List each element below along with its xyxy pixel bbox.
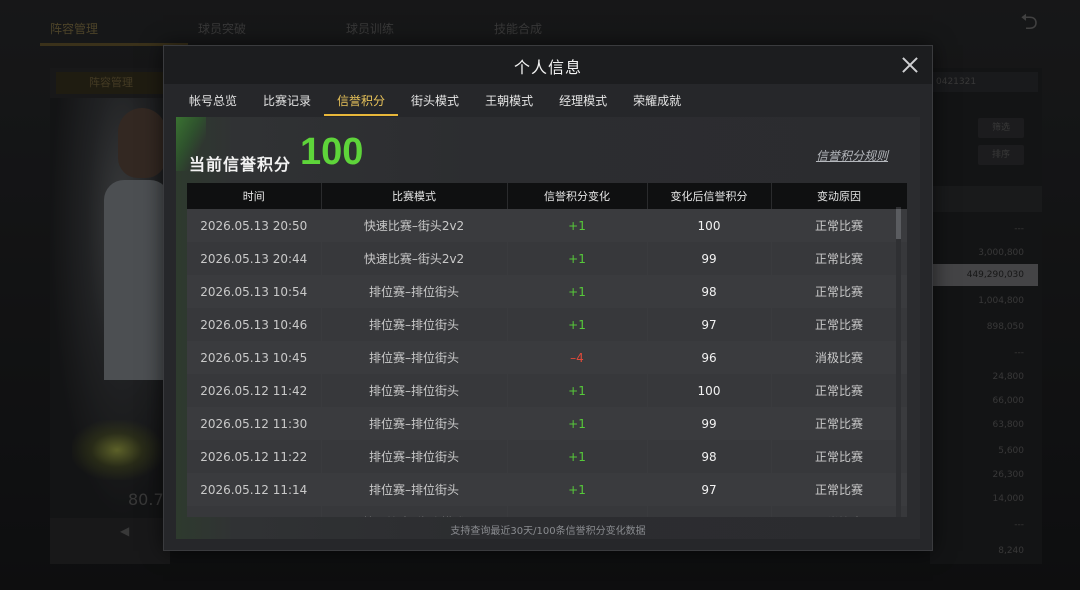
tab-credit-score[interactable]: 信誉积分	[324, 86, 399, 116]
cell-change: +1	[507, 209, 648, 242]
tab-honor-achievements[interactable]: 荣耀成就	[620, 86, 694, 116]
cell-time: 2026.05.13 10:54	[187, 275, 322, 308]
tab-match-records[interactable]: 比赛记录	[250, 86, 324, 116]
cell-change: +1	[507, 473, 648, 506]
scroll-thumb[interactable]	[896, 209, 901, 239]
cell-after: 99	[647, 407, 772, 440]
cell-time: 2026.05.13 20:50	[187, 209, 322, 242]
credit-rules-link[interactable]: 信誉积分规则	[816, 147, 888, 164]
cell-after: 96	[647, 506, 772, 517]
modal-title: 个人信息	[513, 58, 582, 77]
cell-after: 97	[647, 473, 772, 506]
cell-change: +1	[507, 308, 648, 341]
cell-change: +1	[507, 242, 648, 275]
table-row: 2026.05.12 11:30 排位赛–排位街头 +1 99 正常比赛	[187, 407, 907, 440]
cell-after: 99	[647, 242, 772, 275]
cell-change: +1	[507, 506, 648, 517]
cell-reason: 正常比赛	[771, 407, 907, 440]
cell-after: 100	[647, 374, 772, 407]
modal-tabs: 帐号总览 比赛记录 信誉积分 街头模式 王朝模式 经理模式 荣耀成就	[176, 86, 694, 116]
cell-change: +1	[507, 407, 648, 440]
cell-after: 97	[647, 308, 772, 341]
table-header-row: 时间 比赛模式 信誉积分变化 变化后信誉积分 变动原因	[187, 183, 907, 209]
cell-reason: 消极比赛	[771, 341, 907, 374]
cell-reason: 正常比赛	[771, 242, 907, 275]
cell-reason: 正常比赛	[771, 275, 907, 308]
footer-note: 支持查询最近30天/100条信誉积分变化数据	[450, 526, 646, 537]
cell-change: +1	[507, 440, 648, 473]
cell-after: 100	[647, 209, 772, 242]
cell-reason: 正常比赛	[771, 209, 907, 242]
cell-after: 98	[647, 275, 772, 308]
score-value: 100	[300, 131, 364, 173]
cell-mode: 快速比赛–街头2v2	[321, 242, 508, 275]
table-row: 2026.05.12 11:42 排位赛–排位街头 +1 100 正常比赛	[187, 374, 907, 407]
modal-header: 个人信息	[164, 46, 932, 84]
cell-mode: 快速比赛–街头2v2	[321, 209, 508, 242]
cell-time: 2026.05.12 11:30	[187, 407, 322, 440]
cell-time: 2026.05.13 10:45	[187, 341, 322, 374]
cell-change: +1	[507, 275, 648, 308]
cell-time: 2026.05.12 11:42	[187, 374, 322, 407]
tab-account-overview[interactable]: 帐号总览	[176, 86, 250, 116]
table-row: 2026.05.13 10:54 排位赛–排位街头 +1 98 正常比赛	[187, 275, 907, 308]
cell-reason: 正常比赛	[771, 506, 907, 517]
cell-reason: 正常比赛	[771, 440, 907, 473]
tab-street-mode[interactable]: 街头模式	[398, 86, 472, 116]
close-icon[interactable]	[900, 55, 920, 75]
header-time: 时间	[187, 183, 322, 209]
tab-dynasty-mode[interactable]: 王朝模式	[472, 86, 546, 116]
cell-mode: 排位赛–排位街头	[321, 341, 508, 374]
cell-mode: 排位赛–排位街头	[321, 374, 508, 407]
table-row: 2026.05.13 20:50 快速比赛–街头2v2 +1 100 正常比赛	[187, 209, 907, 242]
cell-after: 98	[647, 440, 772, 473]
cell-reason: 正常比赛	[771, 374, 907, 407]
credit-history-table: 时间 比赛模式 信誉积分变化 变化后信誉积分 变动原因 2026.05.13 2…	[187, 183, 907, 517]
cell-reason: 正常比赛	[771, 473, 907, 506]
cell-reason: 正常比赛	[771, 308, 907, 341]
cell-mode: 快速比赛–街头模式	[321, 506, 508, 517]
cell-mode: 排位赛–排位街头	[321, 308, 508, 341]
cell-mode: 排位赛–排位街头	[321, 275, 508, 308]
header-mode: 比赛模式	[321, 183, 508, 209]
table-row: 2026.05.12 11:22 排位赛–排位街头 +1 98 正常比赛	[187, 440, 907, 473]
cell-time: 2026.05.12 11:14	[187, 473, 322, 506]
cell-time: 2026.05.12 11:22	[187, 440, 322, 473]
cell-time: 2026.05.13 20:44	[187, 242, 322, 275]
cell-mode: 排位赛–排位街头	[321, 407, 508, 440]
table-row: 2026.05.12 01:33快速比赛–街头模式+196正常比赛	[187, 506, 907, 517]
cell-mode: 排位赛–排位街头	[321, 440, 508, 473]
table-row: 2026.05.12 11:14 排位赛–排位街头 +1 97 正常比赛	[187, 473, 907, 506]
personal-info-modal: 个人信息 帐号总览 比赛记录 信誉积分 街头模式 王朝模式 经理模式 荣耀成就 …	[163, 45, 933, 551]
score-label: 当前信誉积分	[189, 155, 292, 174]
tab-manager-mode[interactable]: 经理模式	[546, 86, 620, 116]
table-row: 2026.05.13 10:46 排位赛–排位街头 +1 97 正常比赛	[187, 308, 907, 341]
header-reason: 变动原因	[771, 183, 907, 209]
header-change: 信誉积分变化	[507, 183, 648, 209]
credit-score-panel: 当前信誉积分 100 信誉积分规则 时间 比赛模式 信誉积分变化 变化后信誉积分…	[176, 117, 920, 539]
header-after: 变化后信誉积分	[647, 183, 772, 209]
table-scrollbar[interactable]	[896, 207, 901, 517]
cell-mode: 排位赛–排位街头	[321, 473, 508, 506]
cell-change: +1	[507, 374, 648, 407]
cell-change: –4	[507, 341, 648, 374]
cell-time: 2026.05.12 01:33	[187, 506, 322, 517]
cell-time: 2026.05.13 10:46	[187, 308, 322, 341]
table-row: 2026.05.13 10:45 排位赛–排位街头 –4 96 消极比赛	[187, 341, 907, 374]
table-row: 2026.05.13 20:44 快速比赛–街头2v2 +1 99 正常比赛	[187, 242, 907, 275]
cell-after: 96	[647, 341, 772, 374]
